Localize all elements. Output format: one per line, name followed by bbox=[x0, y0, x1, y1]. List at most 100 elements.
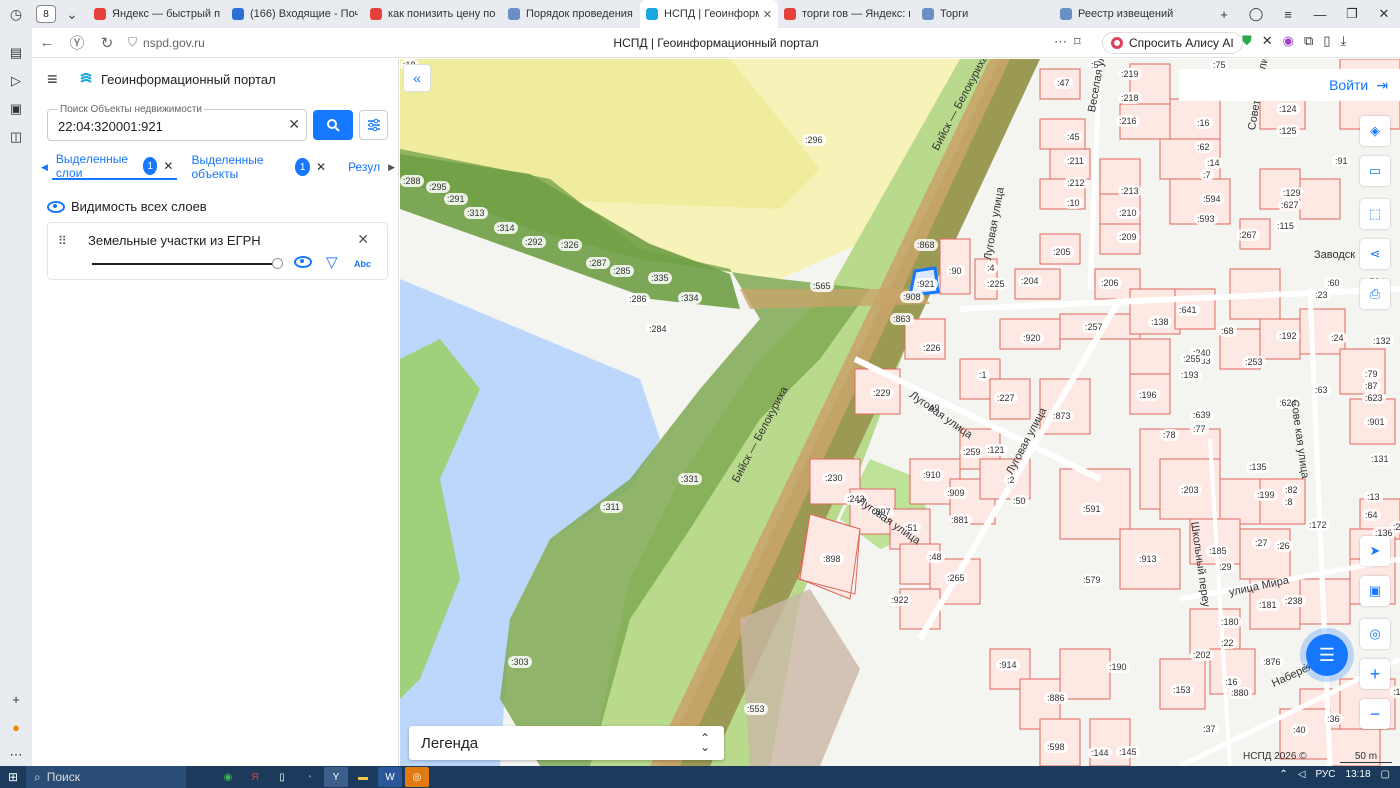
language-indicator[interactable]: РУС bbox=[1315, 769, 1335, 780]
add-icon[interactable]: + bbox=[5, 688, 27, 710]
tab-selected-objects[interactable]: Выделенные объекты 1 ✕ bbox=[187, 153, 330, 181]
parcel-label[interactable]: :172 bbox=[1306, 519, 1330, 531]
parcel-label[interactable]: :921 bbox=[914, 278, 938, 290]
parcel-label[interactable]: :77 bbox=[1190, 423, 1209, 435]
parcel-label[interactable]: :286 bbox=[626, 293, 650, 305]
parcel-label[interactable]: :881 bbox=[948, 514, 972, 526]
parcel-label[interactable]: :16 bbox=[1194, 117, 1213, 129]
parcel-label[interactable]: :326 bbox=[558, 239, 582, 251]
parcel-label[interactable]: :180 bbox=[1218, 616, 1242, 628]
parcel-label[interactable]: :90 bbox=[946, 265, 965, 277]
parcel-label[interactable]: :334 bbox=[678, 292, 702, 304]
search-input[interactable]: Поиск Объекты недвижимости 22:04:320001:… bbox=[47, 104, 307, 141]
tab-list-chevron-icon[interactable]: ⌄ bbox=[56, 0, 88, 28]
chat-button[interactable]: ☰ bbox=[1306, 634, 1348, 676]
parcel-label[interactable]: :62 bbox=[1194, 141, 1213, 153]
eye-icon[interactable] bbox=[294, 256, 318, 271]
parcel-label[interactable]: :259 bbox=[960, 446, 984, 458]
parcel-label[interactable]: :48 bbox=[926, 551, 945, 563]
parcel-label[interactable]: :295 bbox=[426, 181, 450, 193]
legend-dropdown[interactable]: Легенда ⌃ ⌄ bbox=[409, 726, 724, 760]
parcel-label[interactable]: :627 bbox=[1278, 199, 1302, 211]
parcel-label[interactable]: :190 bbox=[1106, 661, 1130, 673]
parcel-label[interactable]: :60 bbox=[1324, 277, 1343, 289]
yandex-button[interactable]: Ⓨ bbox=[62, 32, 92, 53]
tab-results[interactable]: Резул bbox=[344, 154, 384, 180]
parcel-label[interactable]: :199 bbox=[1254, 489, 1278, 501]
parcel-label[interactable]: :863 bbox=[890, 313, 914, 325]
parcel-label[interactable]: :45 bbox=[1064, 131, 1083, 143]
parcel-label[interactable]: :40 bbox=[1290, 724, 1309, 736]
parcel-label[interactable]: :192 bbox=[1276, 330, 1300, 342]
parcel-label[interactable]: :22 bbox=[1218, 637, 1237, 649]
parcel-label[interactable]: :922 bbox=[888, 594, 912, 606]
toggle-all-visibility[interactable]: Видимость всех слоев bbox=[47, 199, 207, 214]
file-icon[interactable]: ▯ bbox=[270, 767, 294, 787]
sidebar-icon[interactable]: ▯ bbox=[1323, 33, 1330, 49]
parcel-label[interactable]: :303 bbox=[508, 656, 532, 668]
browser-tab[interactable]: Торги bbox=[916, 0, 1054, 28]
tab-selected-layers[interactable]: Выделенные слои 1 ✕ bbox=[51, 152, 178, 180]
clear-icon[interactable]: ✕ bbox=[288, 116, 300, 133]
parcel-label[interactable]: :129 bbox=[1280, 187, 1304, 199]
parcel-label[interactable]: :8 bbox=[1282, 496, 1296, 508]
print-button[interactable]: ⎙ bbox=[1360, 279, 1390, 309]
filter-settings-button[interactable] bbox=[359, 110, 388, 140]
parcel-label[interactable]: :288 bbox=[400, 175, 424, 187]
more-icon[interactable]: ⋯ bbox=[5, 744, 27, 766]
app-icon[interactable]: ◉ bbox=[216, 767, 240, 787]
parcel-label[interactable]: :47 bbox=[1054, 77, 1073, 89]
profile-icon[interactable]: ◯ bbox=[1240, 6, 1272, 22]
opacity-slider-handle[interactable] bbox=[272, 258, 283, 269]
browser-tab[interactable]: Яндекс — быстрый пои bbox=[88, 0, 226, 28]
parcel-label[interactable]: :227 bbox=[994, 392, 1018, 404]
filter-icon[interactable]: ▽ bbox=[326, 253, 338, 271]
parcel-label[interactable]: :284 bbox=[646, 323, 670, 335]
parcel-label[interactable]: :205 bbox=[1050, 246, 1074, 258]
extension2-icon[interactable]: ◉ bbox=[1283, 33, 1294, 49]
collections-icon[interactable]: ▤ bbox=[5, 42, 27, 64]
parcel-label[interactable]: :591 bbox=[1080, 503, 1104, 515]
reload-button[interactable]: ↻ bbox=[92, 34, 122, 52]
edge-icon[interactable]: ◔ bbox=[297, 767, 321, 787]
parcel-label[interactable]: :145 bbox=[1116, 746, 1140, 758]
parcel-label[interactable]: :132 bbox=[1370, 335, 1394, 347]
parcel-label[interactable]: :873 bbox=[1050, 410, 1074, 422]
parcel-label[interactable]: :311 bbox=[600, 501, 623, 513]
menu-icon[interactable]: ≡ bbox=[1272, 7, 1304, 22]
parcel-label[interactable]: :26 bbox=[1274, 540, 1293, 552]
parcel-label[interactable]: :257 bbox=[1082, 321, 1106, 333]
parcel-label[interactable]: :213 bbox=[1118, 185, 1142, 197]
parcel-label[interactable]: :153 bbox=[1170, 684, 1194, 696]
windows-start-icon[interactable]: ⊞ bbox=[0, 770, 26, 784]
map-layer[interactable] bbox=[400, 59, 1400, 766]
parcel-label[interactable]: :211 bbox=[1064, 155, 1087, 167]
browser-tab[interactable]: как понизить цену посл bbox=[364, 0, 502, 28]
tabs-right-chevron-icon[interactable]: ▶ bbox=[384, 162, 399, 173]
close-tab-icon[interactable]: ✕ bbox=[763, 8, 772, 21]
parcel-label[interactable]: :25 bbox=[1390, 521, 1400, 533]
parcel-label[interactable]: :623 bbox=[1362, 392, 1386, 404]
browser-tab[interactable]: НСПД | Геоинформа ✕ bbox=[640, 0, 778, 28]
parcel-label[interactable]: :68 bbox=[1218, 325, 1237, 337]
counter-icon[interactable]: ▣ bbox=[5, 98, 27, 120]
parcel-label[interactable]: :226 bbox=[920, 342, 944, 354]
parcel-label[interactable]: :594 bbox=[1200, 193, 1224, 205]
zoom-in-button[interactable]: + bbox=[1360, 659, 1390, 689]
parcel-label[interactable]: :265 bbox=[944, 572, 968, 584]
parcel-label[interactable]: :314 bbox=[494, 222, 518, 234]
more-icon[interactable]: ⋯ bbox=[1054, 34, 1067, 50]
close-icon[interactable]: ✕ bbox=[316, 160, 326, 174]
layers-button[interactable]: ◈ bbox=[1360, 116, 1390, 146]
url-text[interactable]: nspd.gov.ru bbox=[143, 36, 205, 50]
parcel-label[interactable]: :225 bbox=[984, 278, 1008, 290]
app2-icon[interactable]: ◎ bbox=[405, 767, 429, 787]
volume-icon[interactable]: ◁ bbox=[1298, 769, 1306, 780]
parcel-label[interactable]: :196 bbox=[1136, 389, 1160, 401]
parcel-label[interactable]: :886 bbox=[1044, 692, 1068, 704]
parcel-label[interactable]: :78 bbox=[1160, 429, 1179, 441]
parcel-label[interactable]: :255 bbox=[1180, 353, 1204, 365]
parcel-label[interactable]: :14 bbox=[1204, 157, 1223, 169]
search-button[interactable] bbox=[313, 110, 353, 140]
parcel-label[interactable]: :82 bbox=[1282, 484, 1301, 496]
